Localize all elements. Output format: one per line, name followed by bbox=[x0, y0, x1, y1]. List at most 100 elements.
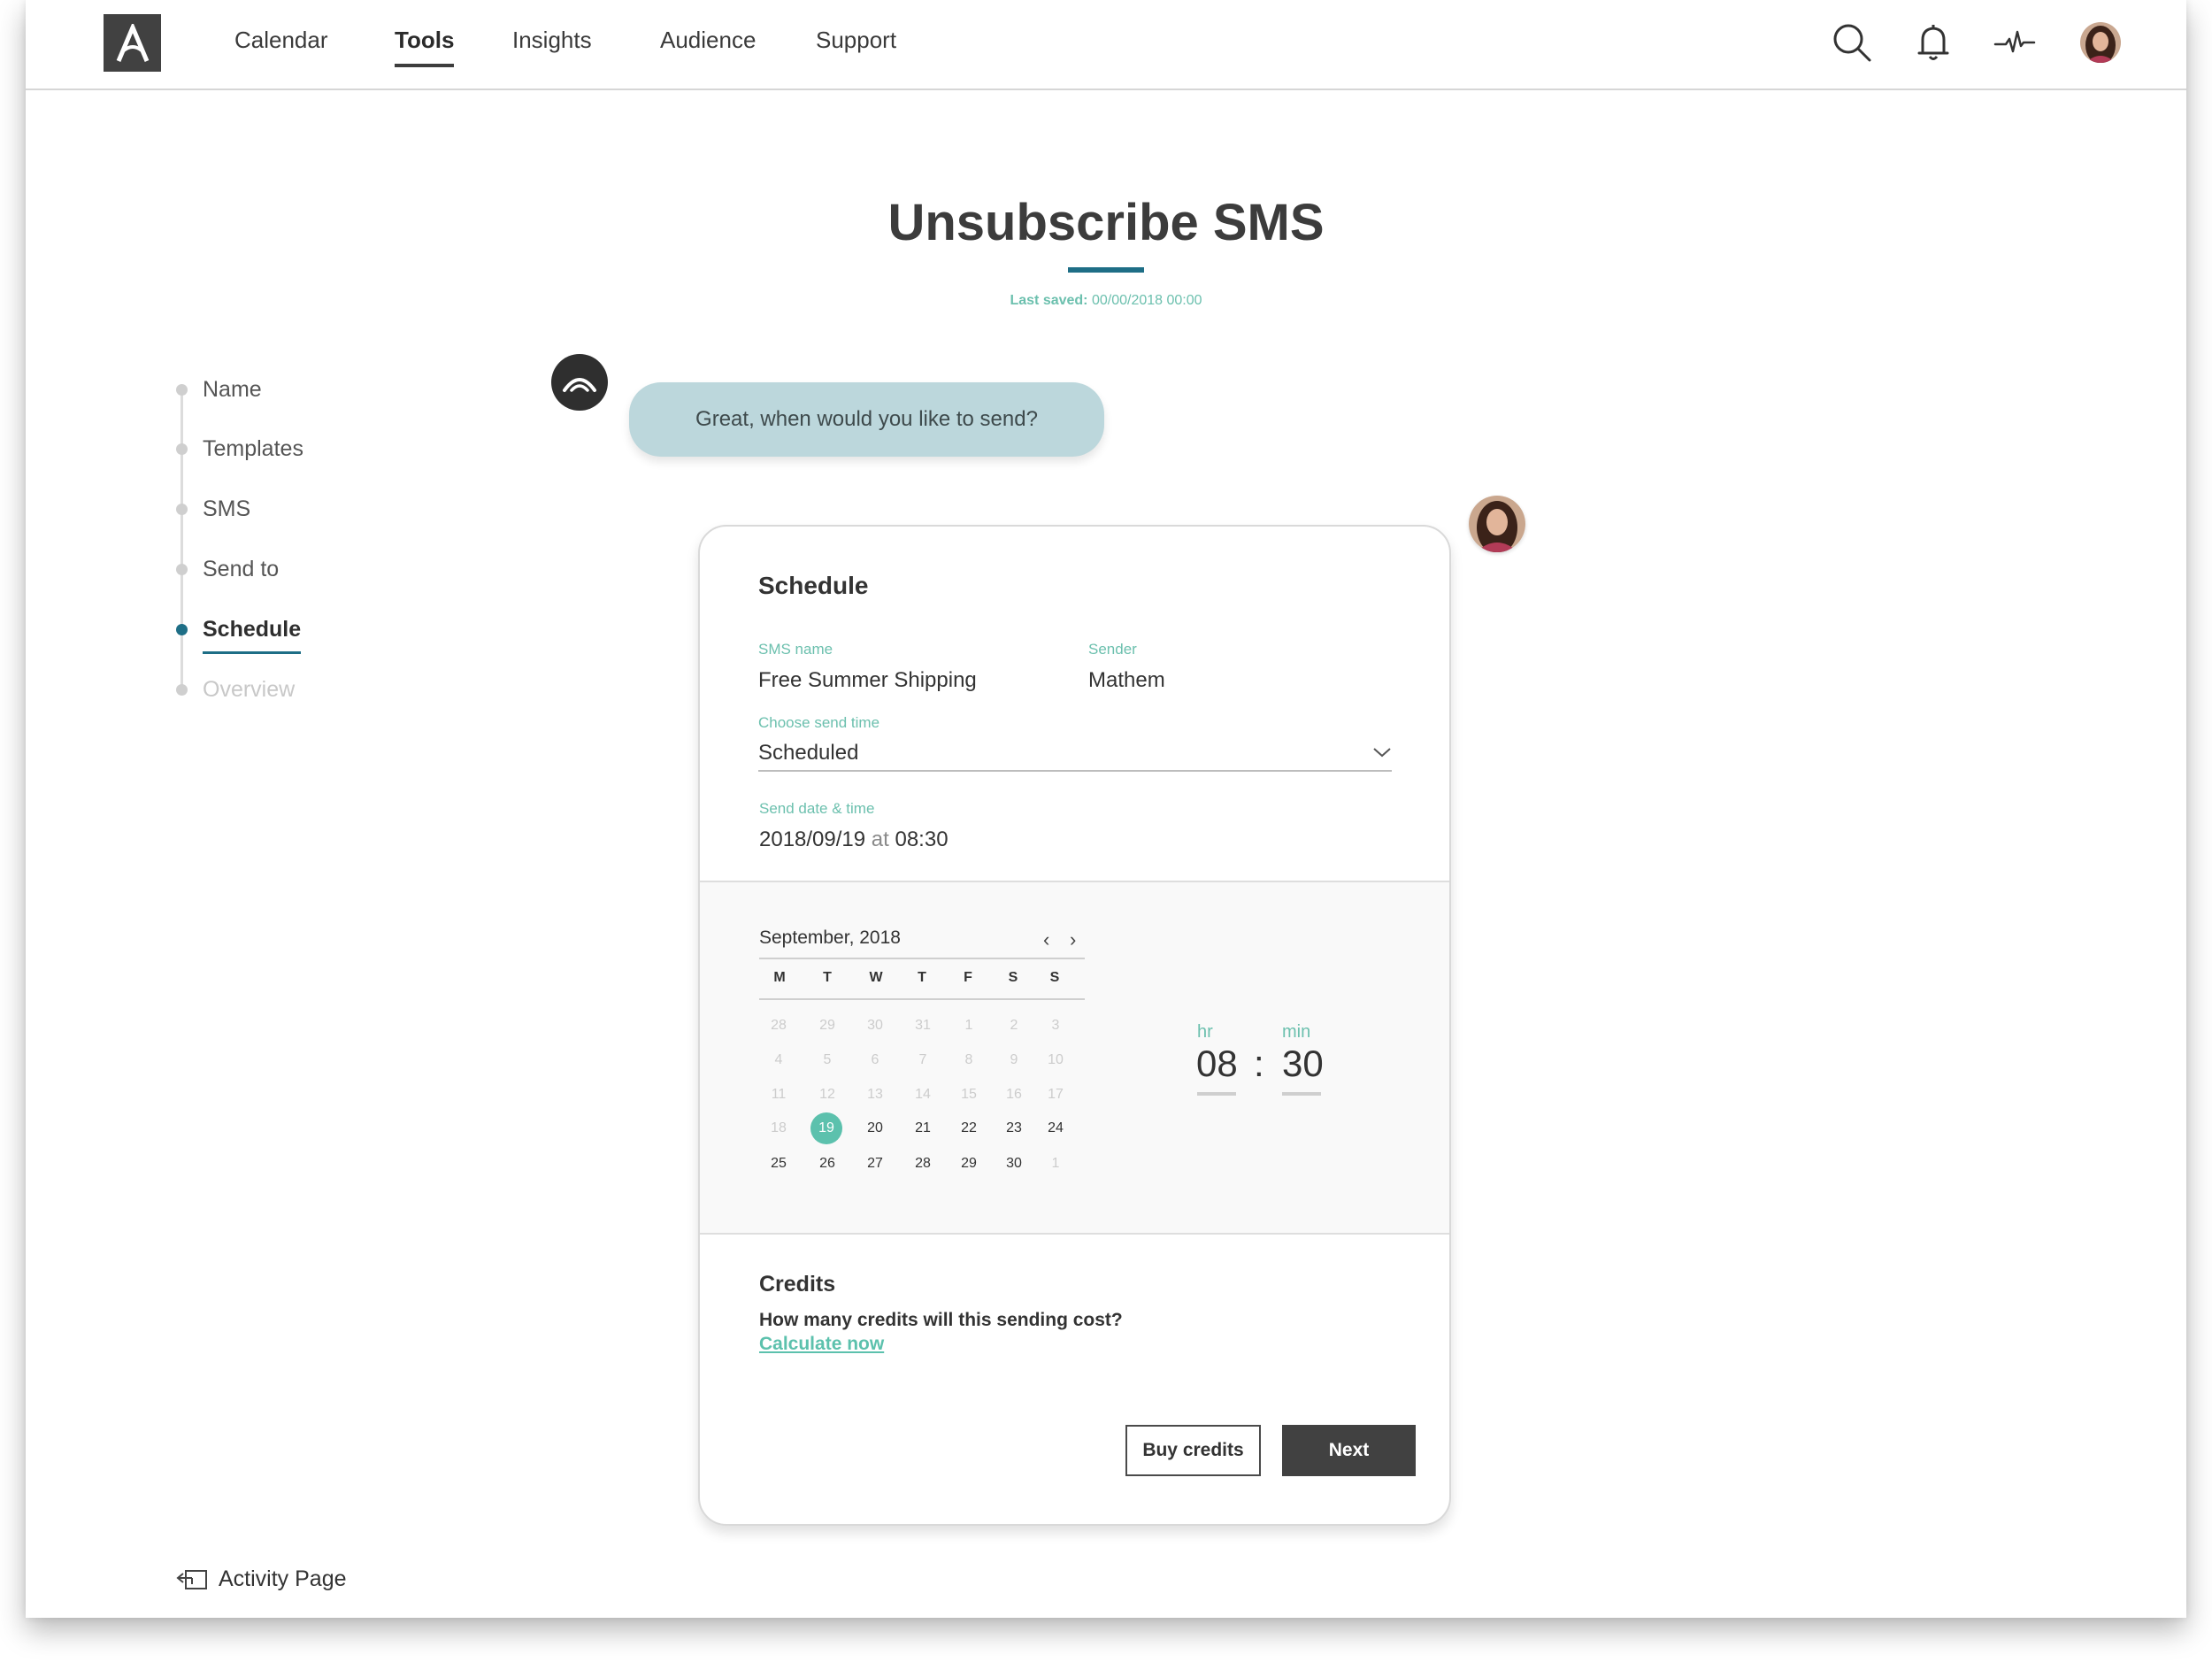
send-time: 08:30 bbox=[895, 827, 949, 851]
activity-page-link[interactable]: Activity Page bbox=[176, 1566, 347, 1592]
minute-underline bbox=[1282, 1092, 1321, 1096]
weekday-header: T bbox=[918, 970, 926, 985]
logo-a-icon bbox=[116, 23, 149, 62]
next-button[interactable]: Next bbox=[1282, 1425, 1416, 1476]
bot-logo-icon bbox=[563, 378, 596, 392]
calendar-day: 3 bbox=[1051, 1018, 1060, 1033]
calendar-day[interactable]: 22 bbox=[952, 1112, 986, 1144]
calendar-day: 17 bbox=[1048, 1087, 1064, 1102]
calendar-day[interactable]: 28 bbox=[906, 1148, 940, 1180]
activity-pulse-icon[interactable] bbox=[1993, 21, 2036, 64]
sms-name-label: SMS name bbox=[758, 641, 833, 658]
calendar-day[interactable]: 25 bbox=[762, 1148, 795, 1180]
calendar-day: 16 bbox=[1006, 1087, 1022, 1102]
calendar-day: 1 bbox=[1051, 1156, 1060, 1171]
calendar-day[interactable]: 26 bbox=[810, 1148, 844, 1180]
prev-month-button[interactable]: ‹ bbox=[1043, 928, 1049, 951]
calendar-day[interactable]: 24 bbox=[1039, 1112, 1072, 1144]
buy-credits-button[interactable]: Buy credits bbox=[1125, 1425, 1261, 1476]
top-navigation-bar: Calendar Tools Insights Audience Support bbox=[26, 0, 2186, 90]
nav-support[interactable]: Support bbox=[816, 27, 896, 54]
weekday-header: M bbox=[773, 970, 786, 985]
next-month-button[interactable]: › bbox=[1070, 928, 1076, 951]
calendar-day: 28 bbox=[771, 1018, 787, 1033]
weekday-header: S bbox=[1049, 970, 1060, 985]
app-window: Calendar Tools Insights Audience Support bbox=[26, 0, 2186, 1618]
calendar-day[interactable]: 23 bbox=[997, 1112, 1031, 1144]
calendar-day: 5 bbox=[823, 1052, 832, 1067]
last-saved-value: 00/00/2018 00:00 bbox=[1091, 293, 1202, 308]
hour-label: hr bbox=[1197, 1022, 1213, 1042]
weekday-header: W bbox=[869, 970, 883, 985]
calendar-day: 15 bbox=[961, 1087, 977, 1102]
bell-icon[interactable] bbox=[1912, 21, 1955, 64]
step-dot-sms bbox=[176, 504, 188, 515]
calendar-day[interactable]: 29 bbox=[952, 1148, 986, 1180]
calendar-day: 31 bbox=[915, 1018, 931, 1033]
nav-calendar[interactable]: Calendar bbox=[234, 27, 328, 54]
sms-name-value: Free Summer Shipping bbox=[758, 668, 977, 692]
weekday-header: T bbox=[823, 970, 832, 985]
hour-underline bbox=[1197, 1092, 1236, 1096]
send-time-underline bbox=[758, 770, 1392, 772]
search-icon[interactable] bbox=[1831, 21, 1873, 64]
send-time-select[interactable]: Scheduled bbox=[758, 741, 858, 766]
step-dot-name bbox=[176, 384, 188, 396]
bot-avatar bbox=[551, 354, 608, 411]
send-datetime-value: 2018/09/19 at 08:30 bbox=[759, 827, 949, 852]
calendar-day: 7 bbox=[918, 1052, 927, 1067]
weekday-header: F bbox=[964, 970, 972, 985]
step-templates[interactable]: Templates bbox=[203, 436, 303, 462]
step-send-to[interactable]: Send to bbox=[203, 557, 279, 582]
step-sms[interactable]: SMS bbox=[203, 496, 250, 522]
step-dot-schedule bbox=[176, 624, 188, 635]
send-date: 2018/09/19 bbox=[759, 827, 866, 851]
calendar-day: 2 bbox=[1010, 1018, 1018, 1033]
avatar-portrait-icon bbox=[1469, 496, 1525, 552]
title-underline bbox=[1068, 267, 1144, 273]
minute-input[interactable]: 30 bbox=[1282, 1043, 1324, 1085]
calendar-day: 1 bbox=[964, 1018, 973, 1033]
step-dot-send-to bbox=[176, 564, 188, 575]
minute-label: min bbox=[1282, 1022, 1311, 1042]
calendar-day: 9 bbox=[1010, 1052, 1018, 1067]
calendar-day[interactable]: 27 bbox=[858, 1148, 892, 1180]
calendar-month-label: September, 2018 bbox=[759, 927, 901, 948]
calendar-day: 6 bbox=[871, 1052, 879, 1067]
sender-label: Sender bbox=[1088, 641, 1137, 658]
calculate-now-link[interactable]: Calculate now bbox=[759, 1334, 884, 1355]
send-time-label: Choose send time bbox=[758, 714, 880, 731]
nav-insights[interactable]: Insights bbox=[512, 27, 592, 54]
last-saved-status: Last saved: 00/00/2018 00:00 bbox=[26, 293, 2186, 309]
calendar-day: 13 bbox=[867, 1087, 883, 1102]
chevron-down-icon[interactable] bbox=[1372, 746, 1392, 758]
calendar-header-rule bbox=[759, 958, 1085, 959]
calendar-day: 12 bbox=[819, 1087, 835, 1102]
calendar-day: 10 bbox=[1048, 1052, 1064, 1067]
activity-page-label: Activity Page bbox=[219, 1566, 347, 1591]
calendar-day: 11 bbox=[771, 1087, 787, 1102]
nav-audience[interactable]: Audience bbox=[660, 27, 756, 54]
hour-input[interactable]: 08 bbox=[1196, 1043, 1238, 1085]
step-name[interactable]: Name bbox=[203, 377, 262, 403]
brand-logo[interactable] bbox=[104, 14, 161, 72]
calendar-day[interactable]: 30 bbox=[997, 1148, 1031, 1180]
send-datetime-label: Send date & time bbox=[759, 800, 875, 817]
nav-tools[interactable]: Tools bbox=[395, 27, 455, 67]
calendar-day-selected[interactable]: 19 bbox=[810, 1112, 842, 1144]
send-at: at bbox=[871, 827, 889, 851]
step-dot-templates bbox=[176, 443, 188, 455]
step-schedule[interactable]: Schedule bbox=[203, 617, 302, 654]
calendar-day[interactable]: 20 bbox=[858, 1112, 892, 1144]
step-dot-overview bbox=[176, 684, 188, 696]
calendar-day[interactable]: 21 bbox=[906, 1112, 940, 1144]
calendar-weekday-rule bbox=[759, 998, 1085, 1000]
calendar-day: 14 bbox=[915, 1087, 931, 1102]
calendar-day: 30 bbox=[867, 1018, 883, 1033]
calendar-day: 4 bbox=[774, 1052, 783, 1067]
last-saved-label: Last saved: bbox=[1010, 293, 1088, 308]
user-avatar[interactable] bbox=[2080, 22, 2121, 63]
step-overview: Overview bbox=[203, 677, 296, 702]
stepper-track bbox=[180, 389, 183, 692]
schedule-title: Schedule bbox=[758, 572, 869, 599]
